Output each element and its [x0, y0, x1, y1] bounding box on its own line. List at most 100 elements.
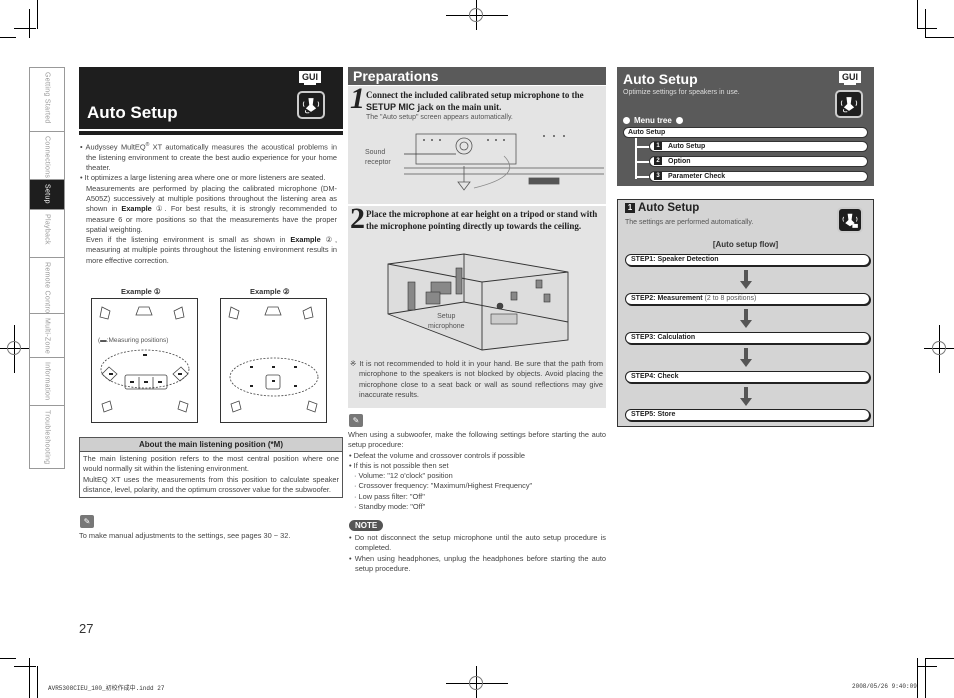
registration-circle: [469, 676, 483, 690]
tab-troubleshooting[interactable]: Troubleshooting: [30, 406, 64, 468]
crop-mark: [0, 37, 16, 38]
menu-item-auto-setup[interactable]: 1 Auto Setup: [649, 141, 868, 152]
crop-mark: [917, 658, 918, 698]
about-text-2: MultEQ XT uses the measurements from thi…: [83, 474, 339, 494]
flow-heading: [Auto setup flow]: [712, 240, 779, 249]
tab-setup[interactable]: Setup: [30, 180, 64, 210]
menu-item-parameter-check[interactable]: 3 Parameter Check: [649, 171, 868, 182]
step-1-box: 1 Connect the included calibrated setup …: [348, 82, 606, 204]
page-title: Auto Setup: [87, 103, 178, 122]
flow-arrow-icon: [740, 309, 752, 328]
step-2-note: ※ It is not recommended to hold it in yo…: [350, 359, 603, 399]
crop-mark: [14, 28, 36, 29]
registration-circle: [7, 341, 21, 355]
crop-mark: [14, 666, 36, 667]
about-text-1: The main listening position refers to th…: [83, 454, 339, 474]
room-illustration: [387, 253, 569, 351]
example-2-diagram: [220, 298, 327, 423]
flow-arrow-icon: [740, 348, 752, 367]
tab-label: Getting Started: [43, 72, 51, 124]
preparations-header: Preparations: [348, 67, 606, 85]
example-2-label: Example ②: [250, 287, 290, 296]
preparations-title: Preparations: [353, 68, 439, 84]
step-2-number: 2: [350, 202, 365, 235]
sound-receptor-callout: Sound receptor: [365, 149, 391, 166]
page-number: 27: [79, 621, 94, 636]
menu-tree-label: Menu tree: [623, 116, 683, 125]
crop-mark: [925, 9, 926, 38]
note-label: NOTE: [349, 520, 384, 531]
setup-microphone-callout: Setup microphone: [428, 313, 465, 330]
microphone-setup-icon: [297, 91, 325, 119]
flow-step-1: STEP1: Speaker Detection: [625, 254, 870, 266]
step-2-box: 2 Place the microphone at ear height on …: [348, 202, 606, 408]
receiver-illustration: [404, 133, 604, 191]
gui-badge: GUI: [839, 71, 862, 85]
subwoofer-memo: When using a subwoofer, make the followi…: [348, 430, 606, 512]
crop-mark: [925, 658, 954, 659]
intro-text: • Audyssey MultEQ® XT automatically meas…: [80, 142, 337, 265]
pencil-icon: ✎: [80, 515, 94, 528]
section-header: Auto Setup GUI: [79, 67, 343, 129]
crop-mark: [925, 37, 954, 38]
step-1-subtitle: The "Auto setup" screen appears automati…: [366, 114, 513, 121]
step-1-number: 1: [350, 82, 365, 115]
registration-circle: [932, 341, 946, 355]
flow-arrow-icon: [740, 270, 752, 289]
example-1-diagram: (▬:Measuring positions): [91, 298, 198, 423]
crop-mark: [29, 9, 30, 38]
gui-badge: GUI: [299, 71, 322, 85]
tab-playback[interactable]: Playback: [30, 210, 64, 258]
crop-mark: [917, 28, 937, 29]
divider: [79, 131, 343, 135]
tab-label: Playback: [43, 214, 51, 245]
flow-step-5: STEP5: Store: [625, 409, 870, 421]
tab-multi-zone[interactable]: Multi-Zone: [30, 314, 64, 358]
crop-mark: [37, 666, 38, 698]
section-tabs: Getting Started Connections Setup Playba…: [29, 67, 65, 469]
tree-line: [635, 138, 637, 179]
crop-mark: [0, 658, 16, 659]
step-1-title: Connect the included calibrated setup mi…: [366, 90, 584, 112]
flow-step-4: STEP4: Check: [625, 371, 870, 383]
main-listening-position-box: About the main listening position (*M) T…: [79, 437, 343, 499]
auto-setup-flow-panel: 1 Auto Setup The settings are performed a…: [617, 199, 874, 427]
flow-step-2: STEP2: Measurement (2 to 8 positions): [625, 293, 870, 305]
tab-label: Multi-Zone: [43, 318, 51, 355]
footer-filename: AVR5308CIEU_100_初校作成中.indd 27: [48, 685, 165, 692]
crop-mark: [925, 658, 926, 698]
notes: • Do not disconnect the setup microphone…: [349, 533, 606, 573]
crop-mark: [917, 666, 937, 667]
tab-getting-started[interactable]: Getting Started: [30, 68, 64, 132]
example-1-label: Example ①: [121, 287, 161, 296]
tab-remote-control[interactable]: Remote Control: [30, 258, 64, 314]
step-2-title: Place the microphone at ear height on a …: [366, 209, 598, 231]
memo-text: To make manual adjustments to the settin…: [79, 531, 291, 540]
tab-label: Connections: [43, 136, 51, 179]
crop-mark: [917, 0, 918, 29]
microphone-setup-icon: [835, 90, 863, 118]
registration-circle: [469, 8, 483, 22]
microphone-setup-icon: [837, 207, 863, 233]
crop-mark: [37, 0, 38, 29]
menu-subtitle: Optimize settings for speakers in use.: [623, 89, 740, 96]
measuring-positions-legend: (▬:Measuring positions): [98, 337, 169, 344]
pencil-icon: ✎: [349, 414, 363, 427]
flow-step-3: STEP3: Calculation: [625, 332, 870, 344]
menu-root-auto-setup[interactable]: Auto Setup: [623, 127, 868, 138]
tab-label: Troubleshooting: [43, 410, 51, 465]
flow-subtitle: The settings are performed automatically…: [625, 219, 754, 226]
auto-setup-menu-panel: Auto Setup Optimize settings for speaker…: [617, 67, 874, 186]
flow-title: 1 Auto Setup: [625, 202, 699, 214]
menu-item-option[interactable]: 2 Option: [649, 156, 868, 167]
flow-arrow-icon: [740, 387, 752, 406]
tab-label: Remote Control: [43, 262, 51, 314]
about-title: About the main listening position (*M): [80, 438, 342, 452]
menu-title: Auto Setup: [623, 71, 698, 87]
tab-connections[interactable]: Connections: [30, 132, 64, 180]
tab-label: Setup: [43, 184, 51, 204]
footer-timestamp: 2008/05/26 9:40:09: [852, 683, 917, 690]
crop-mark: [29, 658, 30, 698]
tab-label: Information: [43, 362, 51, 401]
tab-information[interactable]: Information: [30, 358, 64, 406]
